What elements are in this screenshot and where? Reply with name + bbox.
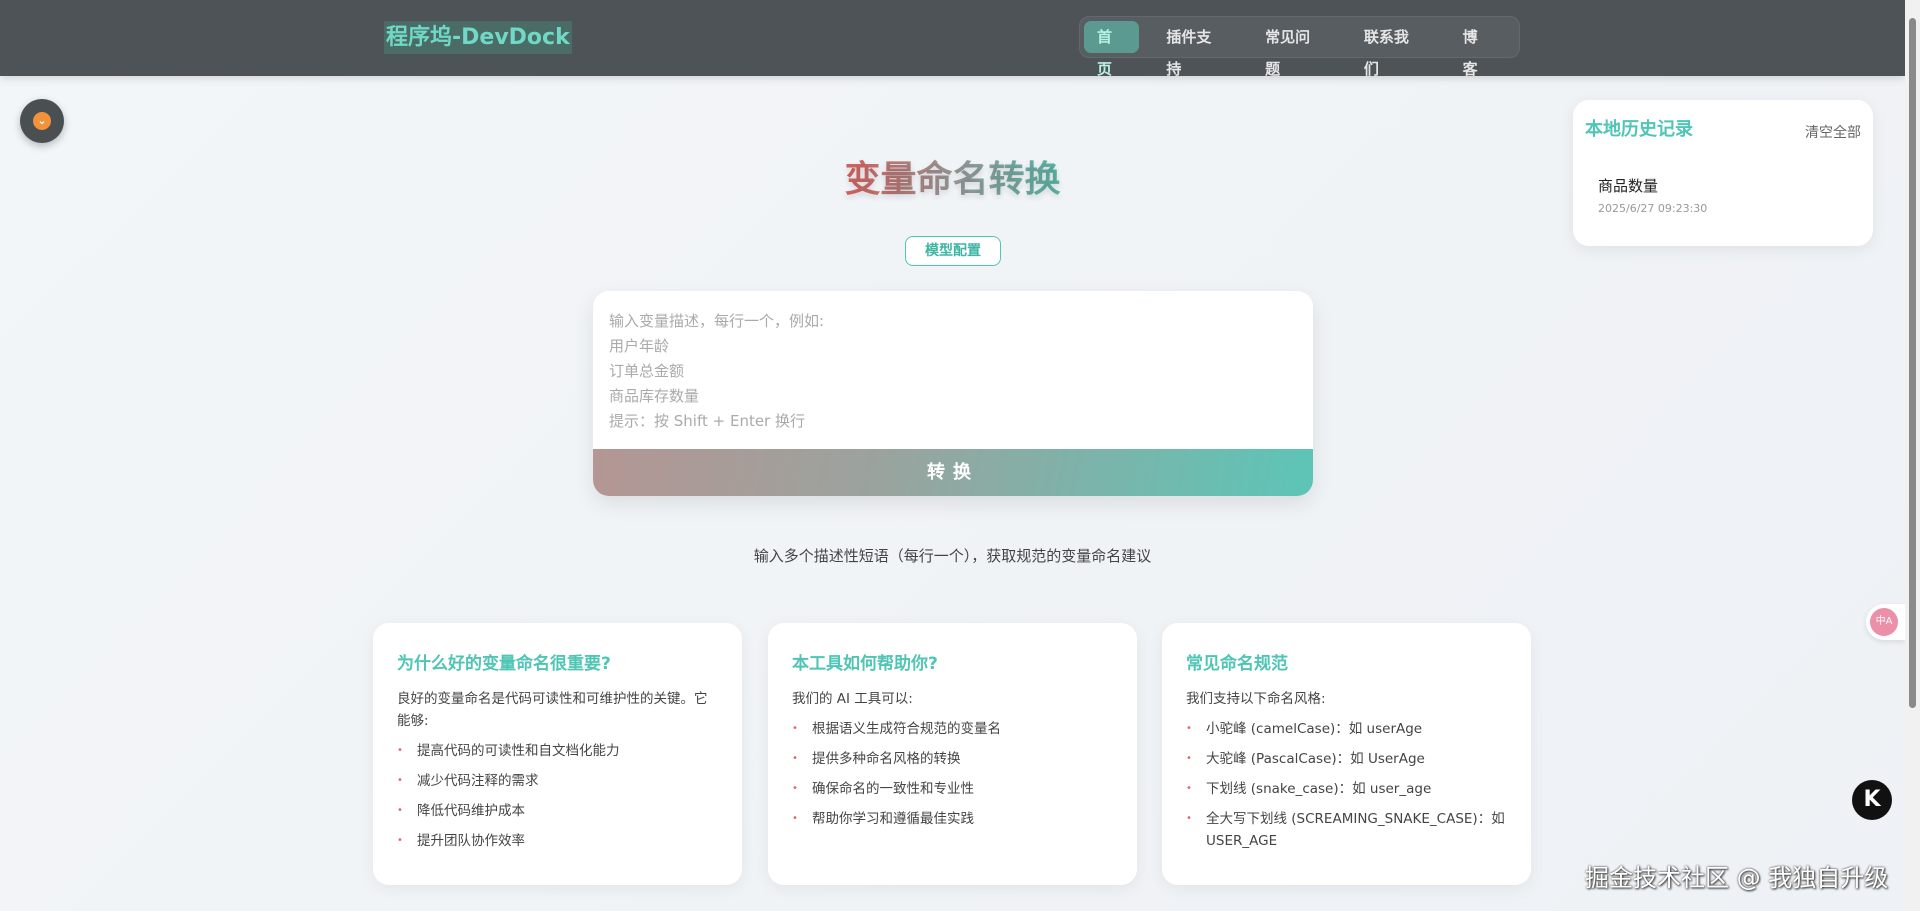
main-nav: 首页 插件支持 常见问题 联系我们 博客 [1079, 16, 1520, 78]
logo[interactable]: 程序坞-DevDock [384, 21, 572, 54]
nav-contact[interactable]: 联系我们 [1351, 21, 1436, 78]
card-intro: 我们支持以下命名风格: [1186, 691, 1326, 707]
list-item: 提升团队协作效率 [397, 830, 718, 852]
placeholder-line: 订单总金额 [609, 362, 685, 380]
description-textarea[interactable]: 输入变量描述，每行一个，例如: 用户年龄 订单总金额 商品库存数量 提示：按 S… [593, 291, 1313, 449]
page-title: 变量命名转换 [844, 159, 1061, 200]
list-item: 帮助你学习和遵循最佳实践 [792, 808, 1113, 830]
list-item: 提供多种命名风格的转换 [792, 748, 1113, 770]
list-item: 下划线 (snake_case)：如 user_age [1186, 778, 1507, 800]
info-card-why: 为什么好的变量命名很重要? 良好的变量命名是代码可读性和可维护性的关键。它能够:… [373, 623, 742, 885]
clear-all-button[interactable]: 清空全部 [1805, 122, 1861, 142]
top-header: 程序坞-DevDock 首页 插件支持 常见问题 联系我们 博客 [0, 0, 1905, 78]
translate-button[interactable]: 中A [1866, 604, 1906, 640]
placeholder-line: 商品库存数量 [609, 387, 700, 405]
collapse-toggle-button[interactable]: ⌄ [20, 99, 64, 143]
list-item: 小驼峰 (camelCase)：如 userAge [1186, 718, 1507, 740]
k-extension-button[interactable]: K [1852, 780, 1892, 820]
list-item: 大驼峰 (PascalCase)：如 UserAge [1186, 748, 1507, 770]
convert-button[interactable]: 转换 [593, 449, 1313, 496]
card-title: 本工具如何帮助你? [792, 654, 938, 674]
history-item-date: 2025/6/27 09:23:30 [1598, 202, 1708, 215]
card-intro: 我们的 AI 工具可以: [792, 691, 913, 707]
list-item: 减少代码注释的需求 [397, 770, 718, 792]
translate-icon: 中A [1870, 608, 1898, 636]
info-card-how: 本工具如何帮助你? 我们的 AI 工具可以: 根据语义生成符合规范的变量名提供多… [768, 623, 1137, 885]
placeholder-line: 提示：按 Shift + Enter 换行 [609, 412, 805, 430]
nav-home[interactable]: 首页 [1084, 21, 1140, 78]
placeholder-line: 输入变量描述，每行一个，例如: [609, 312, 825, 330]
subtitle: 输入多个描述性短语（每行一个），获取规范的变量命名建议 [753, 547, 1152, 565]
list-item: 降低代码维护成本 [397, 800, 718, 822]
nav-blog[interactable]: 博客 [1450, 21, 1505, 78]
chevron-down-icon: ⌄ [33, 112, 51, 130]
card-title: 为什么好的变量命名很重要? [397, 654, 611, 674]
history-title: 本地历史记录 [1585, 119, 1693, 140]
scrollbar-thumb[interactable] [1909, 18, 1916, 708]
card-title: 常见命名规范 [1186, 654, 1288, 674]
scrollbar[interactable] [1905, 0, 1920, 911]
model-config-button[interactable]: 模型配置 [905, 236, 1001, 266]
nav-faq[interactable]: 常见问题 [1252, 21, 1337, 78]
placeholder-line: 用户年龄 [609, 337, 670, 355]
list-item: 根据语义生成符合规范的变量名 [792, 718, 1113, 740]
info-card-conventions: 常见命名规范 我们支持以下命名风格: 小驼峰 (camelCase)：如 use… [1162, 623, 1531, 885]
list-item: 提高代码的可读性和自文档化能力 [397, 740, 718, 762]
watermark: 掘金技术社区 @ 我独自升级 [1585, 864, 1889, 892]
list-item: 确保命名的一致性和专业性 [792, 778, 1113, 800]
nav-plugins[interactable]: 插件支持 [1153, 21, 1238, 78]
card-intro: 良好的变量命名是代码可读性和可维护性的关键。它能够: [397, 691, 708, 729]
list-item: 全大写下划线 (SCREAMING_SNAKE_CASE)：如 USER_AGE [1186, 808, 1507, 852]
input-card: 输入变量描述，每行一个，例如: 用户年龄 订单总金额 商品库存数量 提示：按 S… [593, 291, 1313, 496]
